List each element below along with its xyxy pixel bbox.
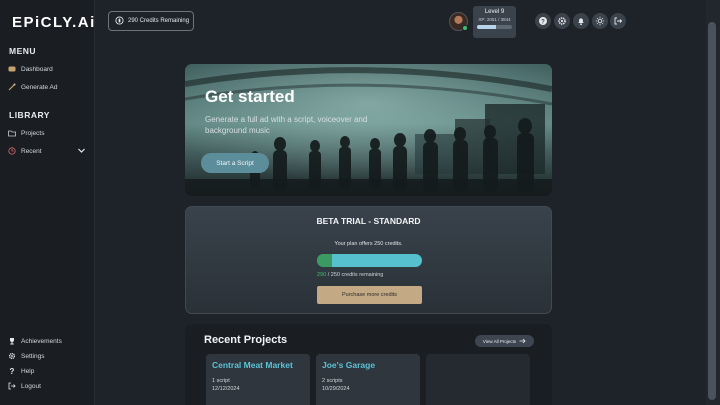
level-title: Level 9	[484, 9, 505, 15]
sidebar-item-logout[interactable]: Logout	[8, 379, 90, 393]
xp-progress-bar	[477, 25, 512, 29]
sidebar-item-label: Recent	[21, 147, 42, 155]
project-meta: 2 scripts 10/29/2024	[322, 377, 350, 393]
theme-icon[interactable]	[592, 13, 608, 29]
online-status-dot	[462, 25, 468, 31]
plan-offer-text: Your plan offers 250 credits.	[334, 241, 403, 247]
question-icon: ?	[9, 366, 15, 376]
view-all-projects-button[interactable]: View All Projects	[475, 335, 534, 347]
hero-title: Get started	[205, 87, 295, 106]
wand-icon	[8, 83, 16, 91]
sidebar-item-label: Help	[21, 367, 35, 375]
sidebar-item-label: Settings	[21, 352, 45, 360]
credits-used-fill	[317, 254, 332, 267]
help-icon[interactable]: ?	[535, 13, 551, 29]
sidebar-item-recent[interactable]: Recent	[8, 144, 90, 158]
empty-project-slot	[426, 354, 530, 405]
start-script-button[interactable]: Start a Script	[201, 153, 269, 173]
credits-progress-bar	[317, 254, 422, 267]
sidebar-item-label: Achievements	[21, 337, 62, 345]
arrow-right-icon	[519, 338, 526, 345]
hero-subtitle: Generate a full ad with a script, voiceo…	[205, 115, 368, 135]
app-logo[interactable]: EPiCLY.Ai	[12, 14, 96, 31]
project-date: 10/29/2024	[322, 386, 350, 392]
library-heading: LIBRARY	[9, 110, 50, 120]
project-script-count: 2 scripts	[322, 378, 343, 384]
folder-icon	[8, 129, 16, 137]
sidebar-item-settings[interactable]: Settings	[8, 349, 90, 363]
sidebar: EPiCLY.Ai MENU Dashboard Generate Ad LIB…	[0, 0, 95, 405]
sidebar-item-label: Dashboard	[21, 65, 53, 73]
credits-remaining-number: 290	[317, 272, 327, 278]
sidebar-item-help[interactable]: ? Help	[8, 364, 90, 378]
plan-title: BETA TRIAL - STANDARD	[316, 216, 421, 226]
clock-icon	[8, 147, 16, 155]
sidebar-item-projects[interactable]: Projects	[8, 126, 90, 140]
project-meta: 1 script 12/12/2024	[212, 377, 240, 393]
sidebar-item-label: Logout	[21, 382, 41, 390]
project-card[interactable]: Central Meat Market 1 script 12/12/2024	[206, 354, 310, 405]
credit-coin-icon	[115, 15, 124, 27]
logout-icon[interactable]	[610, 13, 626, 29]
recent-projects-section: Recent Projects View All Projects Centra…	[185, 324, 552, 405]
project-script-count: 1 script	[212, 378, 230, 384]
project-date: 12/12/2024	[212, 386, 240, 392]
project-card[interactable]: Joe's Garage 2 scripts 10/29/2024	[316, 354, 420, 405]
xp-progress-fill	[477, 25, 496, 29]
scrollbar-thumb[interactable]	[708, 22, 716, 400]
sidebar-item-dashboard[interactable]: Dashboard	[8, 62, 90, 76]
view-all-label: View All Projects	[482, 338, 517, 344]
sidebar-item-achievements[interactable]: Achievements	[8, 334, 90, 348]
recent-projects-title: Recent Projects	[204, 334, 288, 346]
project-name: Central Meat Market	[212, 360, 293, 370]
sidebar-item-label: Projects	[21, 129, 45, 137]
credits-remaining-button[interactable]: 290 Credits Remaining	[108, 11, 194, 31]
settings-icon[interactable]	[554, 13, 570, 29]
notifications-icon[interactable]	[573, 13, 589, 29]
credits-remaining-text: 290 / 250 credits remaining	[317, 272, 383, 278]
svg-text:?: ?	[541, 19, 545, 25]
menu-heading: MENU	[9, 46, 37, 56]
credits-label: 290 Credits Remaining	[128, 18, 190, 24]
sidebar-item-label: Generate Ad	[21, 83, 58, 91]
dashboard-icon	[8, 65, 16, 73]
purchase-credits-button[interactable]: Purchase more credits	[317, 286, 422, 304]
credits-remaining-suffix: / 250 credits remaining	[326, 272, 384, 278]
hero-banner: Get started Generate a full ad with a sc…	[185, 64, 552, 196]
sidebar-item-generate-ad[interactable]: Generate Ad	[8, 80, 90, 94]
project-name: Joe's Garage	[322, 360, 376, 370]
level-badge[interactable]: Level 9 XP: 2051 / 3844	[473, 6, 516, 38]
trophy-icon	[8, 337, 16, 345]
chevron-down-icon[interactable]	[77, 146, 86, 157]
plan-card: BETA TRIAL - STANDARD Your plan offers 2…	[185, 206, 552, 314]
xp-text: XP: 2051 / 3844	[478, 17, 511, 22]
gear-icon	[8, 352, 16, 360]
logout-icon	[8, 382, 16, 390]
